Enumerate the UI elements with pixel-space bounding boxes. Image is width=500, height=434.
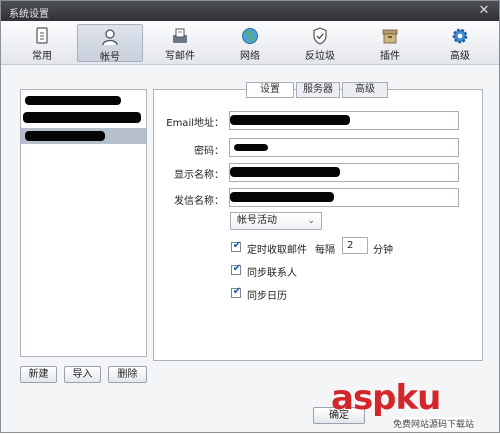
toolbar-item-account[interactable]: 帐号 <box>77 24 143 63</box>
toolbar-item-label: 反垃圾 <box>305 51 335 62</box>
watermark-brand: aspku <box>331 378 442 418</box>
dropdown-value: 帐号活动 <box>237 215 277 226</box>
import-account-button[interactable]: 导入 <box>64 366 101 383</box>
sync-contacts-checkbox[interactable]: ✔ <box>231 263 242 275</box>
auto-receive-checkbox[interactable]: ✔ <box>231 240 242 252</box>
compose-icon <box>173 28 187 43</box>
watermark-brand-a: asp <box>331 378 397 418</box>
password-label: 密码： <box>194 146 224 157</box>
list-item[interactable] <box>21 110 146 126</box>
sync-contacts-label: 同步联系人 <box>247 268 297 279</box>
user-icon <box>102 29 118 46</box>
sender-name-field[interactable] <box>229 188 459 207</box>
settings-window: 系统设置 ✕ 常用 帐号 写邮件 网络 反垃圾 插件 高级 设置 服务器 高级 … <box>0 0 500 433</box>
globe-icon <box>242 28 258 44</box>
box-icon <box>382 29 398 44</box>
toolbar-item-advanced[interactable]: 高级 <box>427 24 493 62</box>
shield-icon <box>313 27 327 45</box>
check-icon: ✔ <box>232 240 242 251</box>
check-icon: ✔ <box>232 286 242 297</box>
redacted-account <box>23 112 141 123</box>
window-title: 系统设置 <box>9 9 49 20</box>
watermark-subtitle: 免费网站源码下载站 <box>393 417 475 430</box>
delete-account-button[interactable]: 删除 <box>108 366 147 383</box>
new-account-button[interactable]: 新建 <box>20 366 57 383</box>
toolbar-item-label: 帐号 <box>100 52 120 63</box>
interval-unit-label: 分钟 <box>373 245 393 256</box>
tab-settings[interactable]: 设置 <box>246 82 294 98</box>
toolbar-item-label: 写邮件 <box>165 51 195 62</box>
account-list[interactable] <box>20 89 147 357</box>
toolbar-item-label: 常用 <box>32 51 52 62</box>
chevron-down-icon: ⌄ <box>307 216 315 226</box>
settings-toolbar: 常用 帐号 写邮件 网络 反垃圾 插件 高级 <box>1 21 499 65</box>
display-name-field[interactable] <box>229 163 459 182</box>
toolbar-item-antispam[interactable]: 反垃圾 <box>287 24 353 62</box>
close-icon[interactable]: ✕ <box>477 3 491 18</box>
gear-icon <box>452 28 468 44</box>
redacted-account <box>25 96 121 105</box>
check-icon: ✔ <box>232 263 242 274</box>
toolbar-item-label: 高级 <box>450 51 470 62</box>
title-bar: 系统设置 ✕ <box>1 1 499 21</box>
email-field[interactable] <box>229 111 459 130</box>
document-icon <box>36 27 48 44</box>
interval-prefix-label: 每隔 <box>315 245 335 256</box>
toolbar-item-plugins[interactable]: 插件 <box>357 24 423 62</box>
sender-name-label: 发信名称： <box>174 196 224 207</box>
watermark-brand-b: ku <box>395 378 442 418</box>
sync-calendar-checkbox[interactable]: ✔ <box>231 286 242 298</box>
redacted-text <box>230 115 350 125</box>
auto-receive-label: 定时收取邮件 <box>247 245 307 256</box>
sync-calendar-label: 同步日历 <box>247 291 287 302</box>
redacted-text <box>230 192 334 202</box>
account-activity-dropdown[interactable]: 帐号活动 ⌄ <box>230 212 322 230</box>
toolbar-item-network[interactable]: 网络 <box>217 24 283 62</box>
toolbar-item-general[interactable]: 常用 <box>9 24 75 62</box>
display-name-label: 显示名称： <box>174 170 224 181</box>
tab-advanced[interactable]: 高级 <box>342 82 388 98</box>
email-label: Email地址： <box>166 118 224 129</box>
interval-input[interactable]: 2 <box>342 237 368 254</box>
toolbar-item-label: 插件 <box>380 51 400 62</box>
watermark: aspku 免费网站源码下载站 <box>331 379 499 434</box>
list-item[interactable] <box>21 93 146 109</box>
tab-server[interactable]: 服务器 <box>296 82 340 98</box>
redacted-account <box>25 131 105 141</box>
toolbar-item-label: 网络 <box>240 51 260 62</box>
redacted-text <box>230 167 340 177</box>
redacted-text <box>234 144 268 151</box>
list-item[interactable] <box>21 128 146 144</box>
password-field[interactable] <box>229 138 459 157</box>
toolbar-item-compose[interactable]: 写邮件 <box>147 24 213 62</box>
